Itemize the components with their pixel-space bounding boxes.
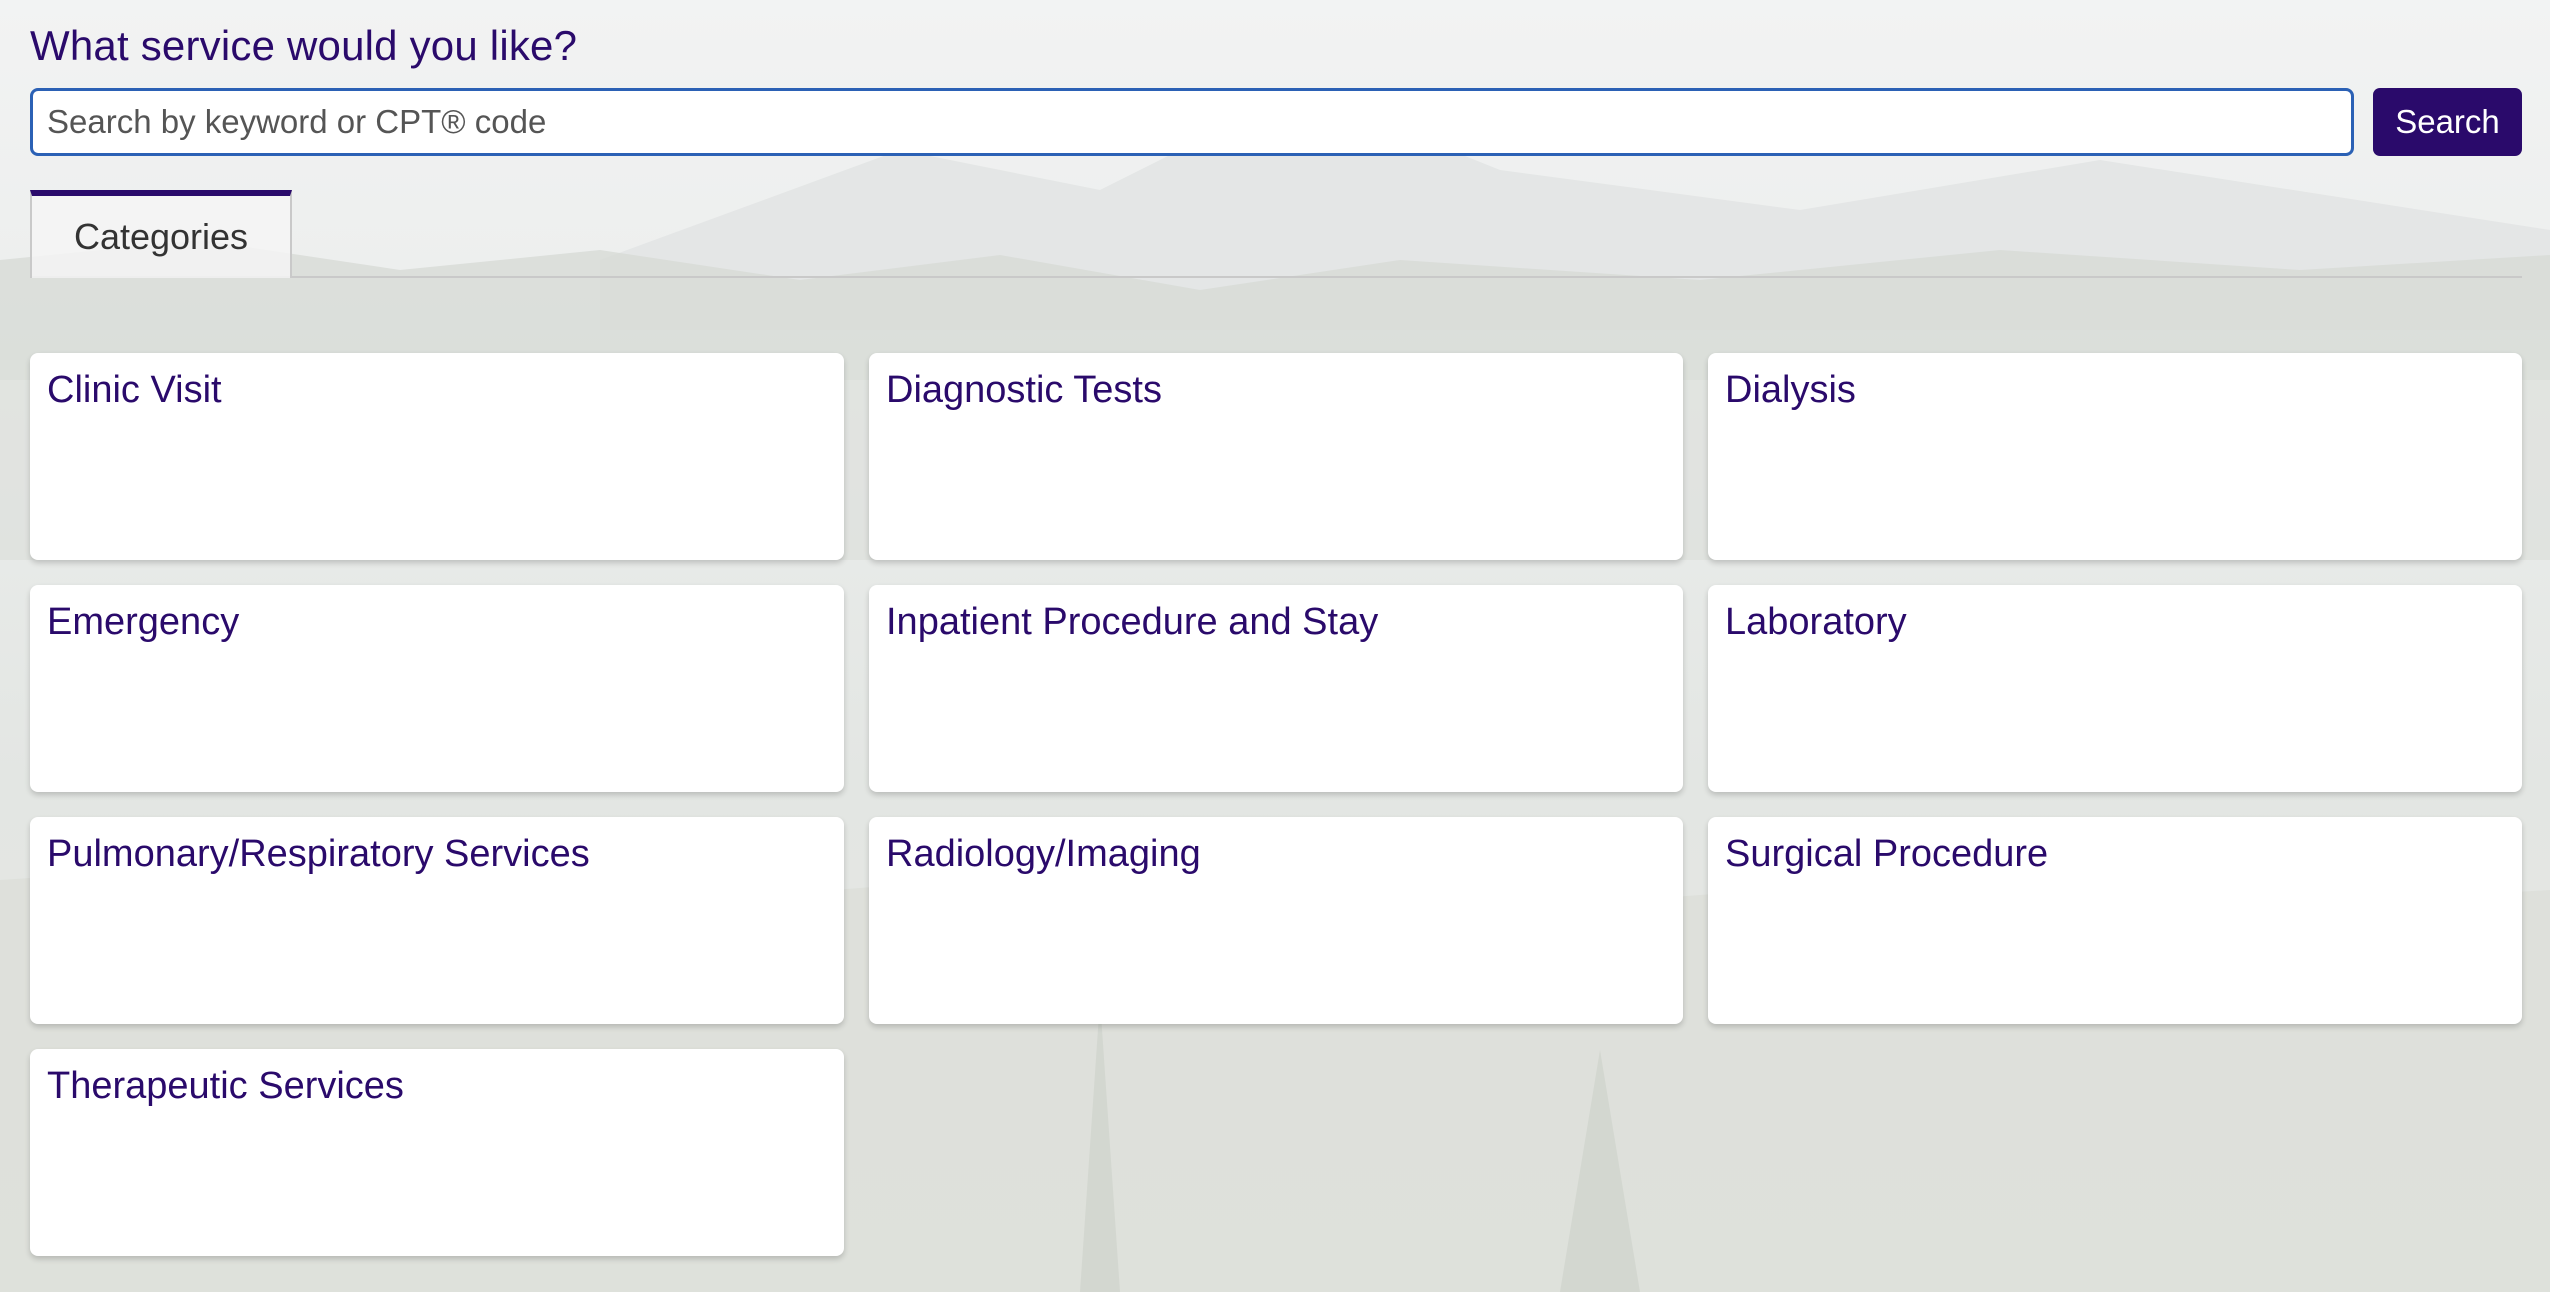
category-card-emergency[interactable]: Emergency [30,585,844,792]
category-label: Dialysis [1725,369,1856,411]
category-label: Emergency [47,601,240,643]
category-card-clinic-visit[interactable]: Clinic Visit [30,353,844,560]
category-card-laboratory[interactable]: Laboratory [1708,585,2522,792]
category-label: Surgical Procedure [1725,833,2049,875]
search-bar: Search [30,88,2522,156]
category-card-diagnostic-tests[interactable]: Diagnostic Tests [869,353,1683,560]
category-label: Inpatient Procedure and Stay [886,601,1379,643]
category-card-therapeutic-services[interactable]: Therapeutic Services [30,1049,844,1256]
category-card-inpatient-procedure-and-stay[interactable]: Inpatient Procedure and Stay [869,585,1683,792]
category-card-pulmonary-respiratory-services[interactable]: Pulmonary/Respiratory Services [30,817,844,1024]
category-card-surgical-procedure[interactable]: Surgical Procedure [1708,817,2522,1024]
category-card-radiology-imaging[interactable]: Radiology/Imaging [869,817,1683,1024]
tab-bar: Categories [30,190,2522,278]
category-label: Radiology/Imaging [886,833,1201,875]
page-content: What service would you like? Search Cate… [0,0,2550,1292]
page-title: What service would you like? [30,22,578,69]
category-label: Diagnostic Tests [886,369,1162,411]
search-input[interactable] [30,88,2354,156]
category-card-dialysis[interactable]: Dialysis [1708,353,2522,560]
tab-categories[interactable]: Categories [30,190,292,278]
category-label: Pulmonary/Respiratory Services [47,833,590,875]
search-button[interactable]: Search [2373,88,2522,156]
category-label: Therapeutic Services [47,1065,404,1107]
category-label: Clinic Visit [47,369,222,411]
category-label: Laboratory [1725,601,1907,643]
